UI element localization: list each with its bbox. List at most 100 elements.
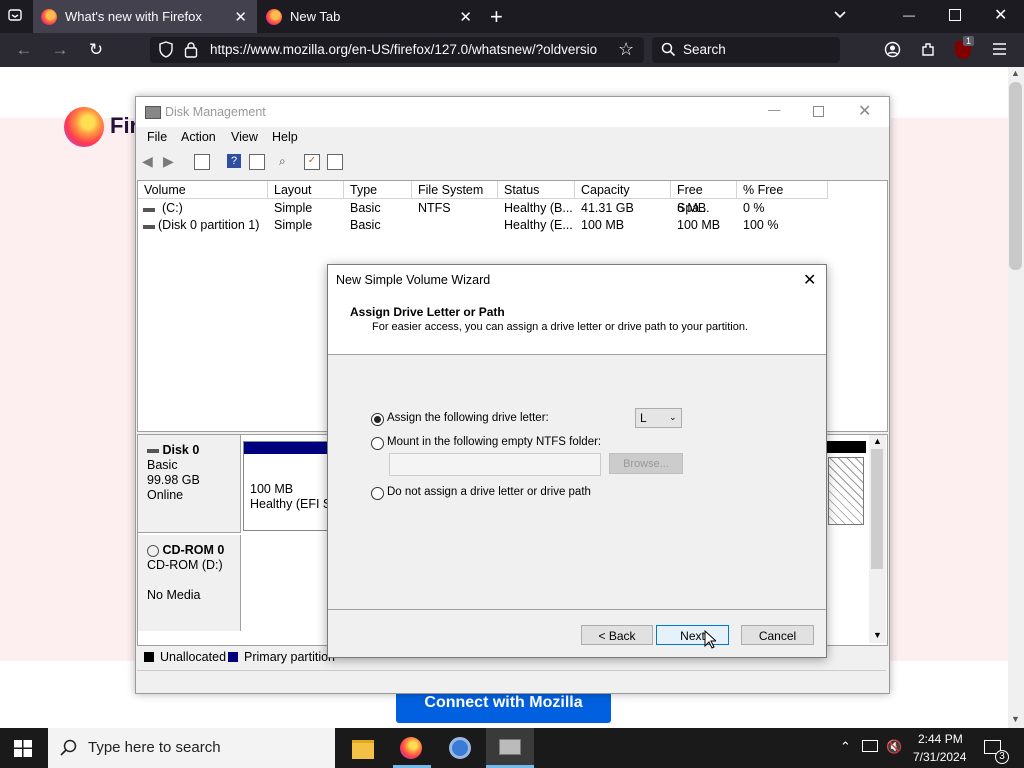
scroll-down-icon[interactable]: ▼ (873, 630, 882, 640)
col-percent-free[interactable]: % Free (737, 181, 828, 199)
cdrom-icon (147, 544, 159, 557)
mount-folder-radio[interactable] (371, 437, 384, 450)
page-scrollbar-thumb[interactable] (1009, 82, 1022, 270)
folder-path-input[interactable] (389, 453, 601, 476)
taskbar-date[interactable]: 7/31/2024 (913, 750, 966, 764)
cdrom0-label[interactable]: CD-ROM 0 CD-ROM (D:) No Media (138, 535, 241, 631)
taskbar-time[interactable]: 2:44 PM (918, 732, 963, 746)
cell-status: Healthy (B... (504, 201, 573, 215)
firefox-icon (266, 8, 282, 25)
firefox-taskbar-icon[interactable] (400, 737, 422, 759)
file-explorer-icon[interactable] (352, 740, 374, 759)
wizard-heading: Assign Drive Letter or Path (350, 305, 505, 319)
col-volume[interactable]: Volume (138, 181, 268, 199)
col-file-system[interactable]: File System (412, 181, 498, 199)
cell-free-space: 100 MB (677, 218, 721, 232)
cdrom0-drive: CD-ROM (D:) (147, 558, 223, 572)
efi-partition[interactable]: 100 MB Healthy (EFI Sy (243, 441, 338, 531)
disk-management-taskbar-icon (499, 739, 521, 755)
efi-size: 100 MB (250, 482, 294, 496)
taskbar-search-box[interactable]: Type here to search (48, 728, 335, 768)
c-partition[interactable] (826, 441, 866, 529)
forward-icon[interactable]: ▶ (163, 154, 177, 168)
volume-muted-icon[interactable]: 🔇 (886, 739, 902, 755)
assign-letter-label[interactable]: Assign the following drive letter: (387, 412, 549, 424)
drive-letter-select[interactable]: L ⌄ (635, 408, 682, 428)
back-arrow-icon[interactable]: ← (12, 39, 36, 61)
url-bar[interactable]: https://www.mozilla.org/en-US/firefox/12… (150, 37, 644, 63)
shield-icon[interactable] (158, 41, 174, 61)
mount-folder-label[interactable]: Mount in the following empty NTFS folder… (387, 436, 601, 448)
tab-list-icon[interactable] (6, 7, 24, 25)
account-icon[interactable] (884, 41, 901, 61)
table-row[interactable]: (C:) Simple Basic NTFS Healthy (B... 41.… (138, 201, 887, 218)
new-tab-button[interactable]: + (490, 4, 503, 30)
disk-map-scrollbar[interactable]: ▲ ▼ (869, 435, 886, 643)
close-window-button[interactable]: ✕ (994, 5, 1007, 25)
url-text[interactable]: https://www.mozilla.org/en-US/firefox/12… (210, 42, 608, 57)
col-type[interactable]: Type (344, 181, 412, 199)
primary-partition-bar (826, 441, 866, 453)
scroll-up-icon[interactable]: ▲ (1011, 68, 1020, 78)
reload-icon[interactable]: ↻ (84, 39, 108, 61)
next-button[interactable]: Next (656, 625, 729, 645)
disk-map-scroll-thumb[interactable] (871, 449, 883, 569)
col-free-space[interactable]: Free Spa... (671, 181, 737, 215)
cell-capacity: 41.31 GB (581, 201, 634, 215)
dm-minimize-button[interactable]: — (768, 103, 781, 117)
console-tree-icon[interactable] (194, 154, 210, 170)
col-layout[interactable]: Layout (268, 181, 344, 199)
col-status[interactable]: Status (498, 181, 575, 199)
close-tab-icon[interactable]: ✕ (459, 8, 472, 26)
dm-maximize-button[interactable] (813, 106, 824, 117)
properties-icon[interactable] (249, 154, 265, 170)
no-assign-radio[interactable] (371, 487, 384, 500)
close-tab-icon[interactable]: ✕ (234, 8, 247, 26)
menu-help[interactable]: Help (272, 130, 298, 144)
list-icon[interactable] (327, 154, 343, 170)
restore-button[interactable] (949, 9, 961, 21)
efi-status: Healthy (EFI Sy (250, 497, 338, 511)
lock-icon[interactable] (184, 41, 198, 61)
tab-whats-new[interactable]: What's new with Firefox ✕ (33, 0, 257, 33)
start-button[interactable] (14, 740, 32, 760)
check-icon[interactable]: ✓ (304, 154, 320, 170)
help-icon[interactable]: ? (227, 154, 241, 168)
tab-title: New Tab (290, 9, 341, 24)
status-bar (137, 670, 886, 691)
network-icon[interactable] (862, 740, 878, 752)
scroll-down-icon[interactable]: ▼ (1011, 714, 1020, 724)
menu-view[interactable]: View (231, 130, 258, 144)
wizard-close-button[interactable]: ✕ (803, 270, 816, 290)
show-hidden-icons[interactable]: ⌃ (840, 739, 851, 755)
menu-action[interactable]: Action (181, 130, 216, 144)
no-assign-label[interactable]: Do not assign a drive letter or drive pa… (387, 486, 591, 498)
bookmark-star-icon[interactable]: ☆ (618, 39, 634, 60)
hamburger-menu-icon[interactable] (992, 42, 1007, 59)
back-button[interactable]: < Back (581, 625, 653, 645)
search-icon (60, 739, 78, 761)
tab-new-tab[interactable]: New Tab ✕ (258, 0, 482, 33)
disk0-label[interactable]: Disk 0 Basic 99.98 GB Online (138, 435, 241, 533)
dm-close-button[interactable]: ✕ (858, 101, 871, 121)
cell-volume: (C:) (162, 201, 183, 215)
search-bar[interactable]: Search (652, 37, 840, 63)
connect-icon[interactable]: ⌕ (279, 154, 293, 168)
col-capacity[interactable]: Capacity (575, 181, 671, 199)
minimize-button[interactable]: — (903, 8, 915, 22)
chrome-taskbar-icon[interactable] (449, 737, 471, 759)
ublock-badge: 1 (963, 36, 975, 46)
dm-title-bar[interactable]: Disk Management — ✕ (136, 97, 889, 127)
chevron-down-icon[interactable] (832, 6, 848, 25)
extensions-icon[interactable] (920, 41, 937, 61)
table-row[interactable]: (Disk 0 partition 1) Simple Basic Health… (138, 218, 887, 235)
scroll-up-icon[interactable]: ▲ (873, 436, 882, 446)
menu-file[interactable]: File (147, 130, 167, 144)
cdrom0-name: CD-ROM 0 (162, 543, 225, 557)
forward-arrow-icon[interactable]: → (48, 39, 72, 61)
browse-button[interactable]: Browse... (609, 453, 683, 474)
cancel-button[interactable]: Cancel (741, 625, 814, 645)
assign-letter-radio[interactable] (371, 413, 384, 426)
back-icon[interactable]: ◀ (142, 154, 156, 168)
mouse-cursor-icon (704, 629, 718, 652)
